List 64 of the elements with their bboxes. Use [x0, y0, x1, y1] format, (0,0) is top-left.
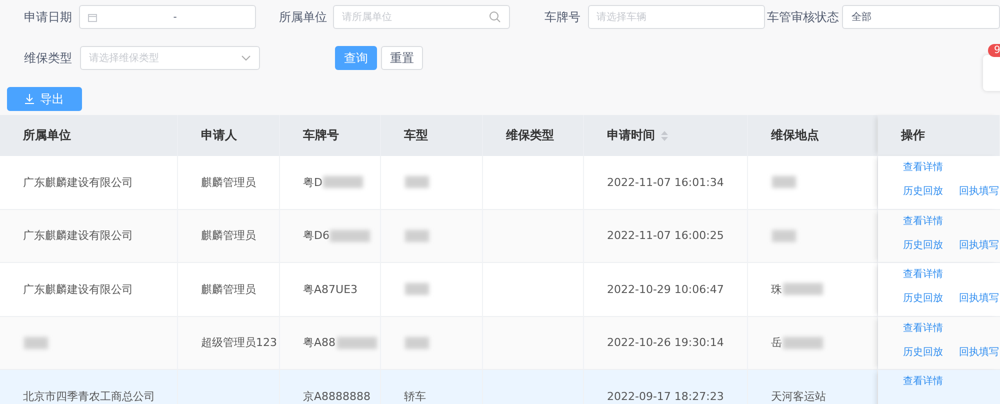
- table-cell-text: 轿车: [404, 388, 426, 404]
- table-cell-text: 麒麟管理员: [201, 228, 256, 244]
- action-link[interactable]: 查看详情: [903, 374, 943, 388]
- table-cell-text: 粤D6: [303, 228, 330, 244]
- field-label: 车管审核状态: [766, 8, 840, 26]
- action-link[interactable]: 回执填写: [959, 344, 999, 358]
- column-header: 操作: [901, 127, 925, 144]
- table-cell-text: 天河客运站: [771, 388, 826, 404]
- select-field[interactable]: 全部: [842, 5, 1000, 29]
- table-cell-text: 岳: [771, 335, 782, 350]
- table-row[interactable]: 广东麒麟建设有限公司 麒麟管理员 粤D 2022-11-07 16:01:34 查看详情 历史回放 回执填写: [0, 156, 1000, 210]
- column-header: 车牌号: [303, 127, 339, 144]
- table-cell-text: 粤A88: [303, 335, 336, 350]
- action-link[interactable]: 查看详情: [903, 267, 999, 281]
- action-link[interactable]: 历史回放: [903, 344, 943, 358]
- chevron-down-icon: [241, 55, 251, 61]
- column-header: 维保类型: [506, 127, 554, 144]
- export-button[interactable]: 导出: [7, 87, 82, 111]
- table-cell-text: 粤D: [303, 174, 322, 190]
- action-link[interactable]: 历史回放: [903, 184, 943, 198]
- calendar-icon: [88, 12, 98, 22]
- table-cell-text: 广东麒麟建设有限公司: [23, 228, 133, 244]
- field-label: 车牌号: [544, 8, 582, 26]
- date-range-field[interactable]: -: [79, 5, 256, 29]
- table-cell-text: 2022-09-17 18:27:23: [607, 390, 724, 403]
- reset-button[interactable]: 重置: [381, 46, 423, 70]
- table-cell-text: 2022-10-26 19:30:14: [607, 336, 724, 350]
- column-header: 申请时间: [607, 127, 655, 144]
- table-cell-text: 麒麟管理员: [201, 282, 256, 297]
- field-label: 维保类型: [24, 50, 73, 66]
- table-cell-text: 麒麟管理员: [201, 174, 256, 190]
- field-label: 申请日期: [24, 8, 73, 26]
- table-cell-text: 2022-10-29 10:06:47: [607, 282, 724, 296]
- action-link[interactable]: 回执填写: [959, 291, 999, 305]
- table-cell-text: 粤A87UE3: [303, 282, 358, 297]
- table-cell-text: 京A8888888: [303, 388, 371, 404]
- table-row[interactable]: 超级管理员123 粤A88 2022-10-26 19:30:14 岳 查看详情 历史回放 回执填写: [0, 316, 1000, 370]
- download-icon: [25, 94, 34, 104]
- table-cell-text: 北京市四季青农工商总公司: [23, 388, 155, 404]
- column-header: 车型: [404, 127, 428, 144]
- sort-icon[interactable]: [661, 130, 668, 140]
- column-header: 申请人: [201, 127, 237, 144]
- table-cell-text: 珠: [771, 282, 782, 297]
- action-link[interactable]: 回执填写: [959, 238, 999, 252]
- table-cell-text: 2022-11-07 16:01:34: [607, 176, 724, 189]
- action-link[interactable]: 查看详情: [903, 320, 999, 334]
- action-link[interactable]: 历史回放: [903, 238, 943, 252]
- table-row[interactable]: 广东麒麟建设有限公司 麒麟管理员 粤D6 2022-11-07 16:00:25 查看详情 历史回放 回执填写: [0, 210, 1000, 263]
- query-button[interactable]: 查询: [335, 46, 377, 70]
- column-header: 所属单位: [23, 127, 71, 144]
- column-header: 维保地点: [771, 127, 819, 144]
- action-link[interactable]: 查看详情: [903, 214, 999, 228]
- action-link[interactable]: 回执填写: [959, 184, 999, 198]
- table-cell-text: 2022-11-07 16:00:25: [607, 229, 724, 242]
- action-link[interactable]: 历史回放: [903, 291, 943, 305]
- field-label: 所属单位: [279, 8, 328, 26]
- action-link[interactable]: 查看详情: [903, 160, 999, 174]
- table-row[interactable]: 广东麒麟建设有限公司 麒麟管理员 粤A87UE3 2022-10-29 10:06:47 珠 查看详情 历史回放 回执填写: [0, 263, 1000, 316]
- table-cell-text: 超级管理员123: [201, 335, 277, 350]
- table-cell-text: 广东麒麟建设有限公司: [23, 174, 133, 190]
- table-row[interactable]: 北京市四季青农工商总公司 京A8888888 轿车 2022-09-17 18:27:23 天河客运站 查看详情: [0, 370, 1000, 404]
- search-icon[interactable]: [489, 11, 502, 23]
- table-cell-text: 广东麒麟建设有限公司: [23, 282, 133, 297]
- notification-badge: 9: [988, 44, 1000, 57]
